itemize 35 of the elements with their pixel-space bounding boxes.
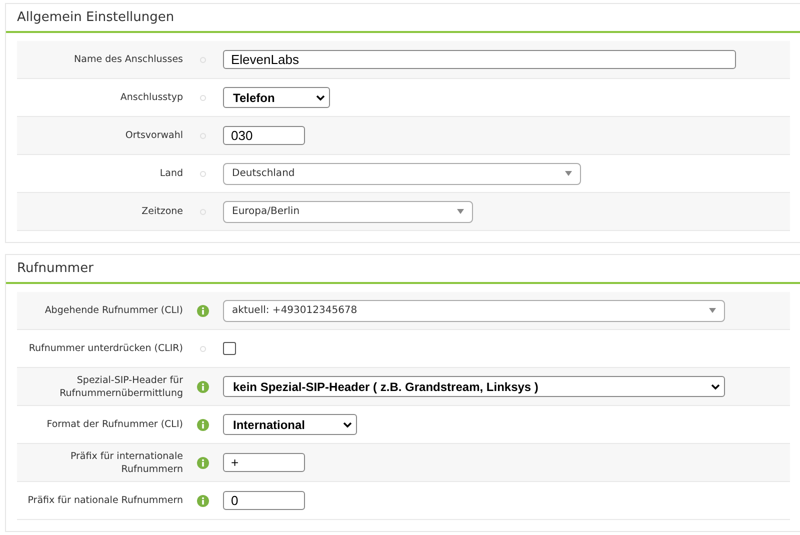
info-icon[interactable] [197,456,209,468]
input-field[interactable]: + [223,453,305,472]
field-label: Name des Anschlusses [73,53,183,67]
select-dropdown[interactable]: International [223,414,357,435]
input-field[interactable]: ElevenLabs [223,50,736,69]
field-label: Land [158,167,183,181]
info-icon[interactable] [197,380,209,392]
input-field[interactable]: 030 [223,126,305,145]
input-field[interactable]: 0 [223,491,305,510]
field-label: Spezial-SIP-Header für Rufnummernübermittlung [58,374,183,400]
field-label: Ortsvorwahl [124,129,183,143]
chevron-icon [343,422,352,428]
panel-title: Rufnummer [17,261,94,276]
field-label: Rufnummer unterdrücken (CLIR) [28,342,183,356]
field-label: Präfix für internationale Rufnummern [69,450,183,476]
select-dropdown[interactable]: kein Spezial-SIP-Header ( z.B. Grandstream, Linksys ) [223,376,725,397]
select-dropdown[interactable]: Deutschland [223,162,581,184]
field-label: Anschlusstyp [119,91,183,105]
select-dropdown[interactable]: Telefon [223,87,330,108]
triangle-icon [457,209,464,214]
chevron-icon [316,94,325,100]
field-label: Präfix für nationale Rufnummern [26,494,183,508]
info-icon[interactable] [197,494,209,506]
field-label: Format der Rufnummer (CLI) [46,418,183,432]
field-label: Zeitzone [140,205,183,219]
field-label: Abgehende Rufnummer (CLI) [44,304,183,318]
select-dropdown[interactable]: Europa/Berlin [223,200,473,222]
chevron-icon [711,384,720,390]
triangle-icon [565,171,572,176]
checkbox[interactable] [223,342,236,355]
info-icon[interactable] [197,304,209,316]
triangle-icon [709,308,716,313]
panel-title: Allgemein Einstellungen [17,10,174,25]
info-icon[interactable] [197,418,209,430]
select-dropdown[interactable]: aktuell: +493012345678 [223,300,725,322]
